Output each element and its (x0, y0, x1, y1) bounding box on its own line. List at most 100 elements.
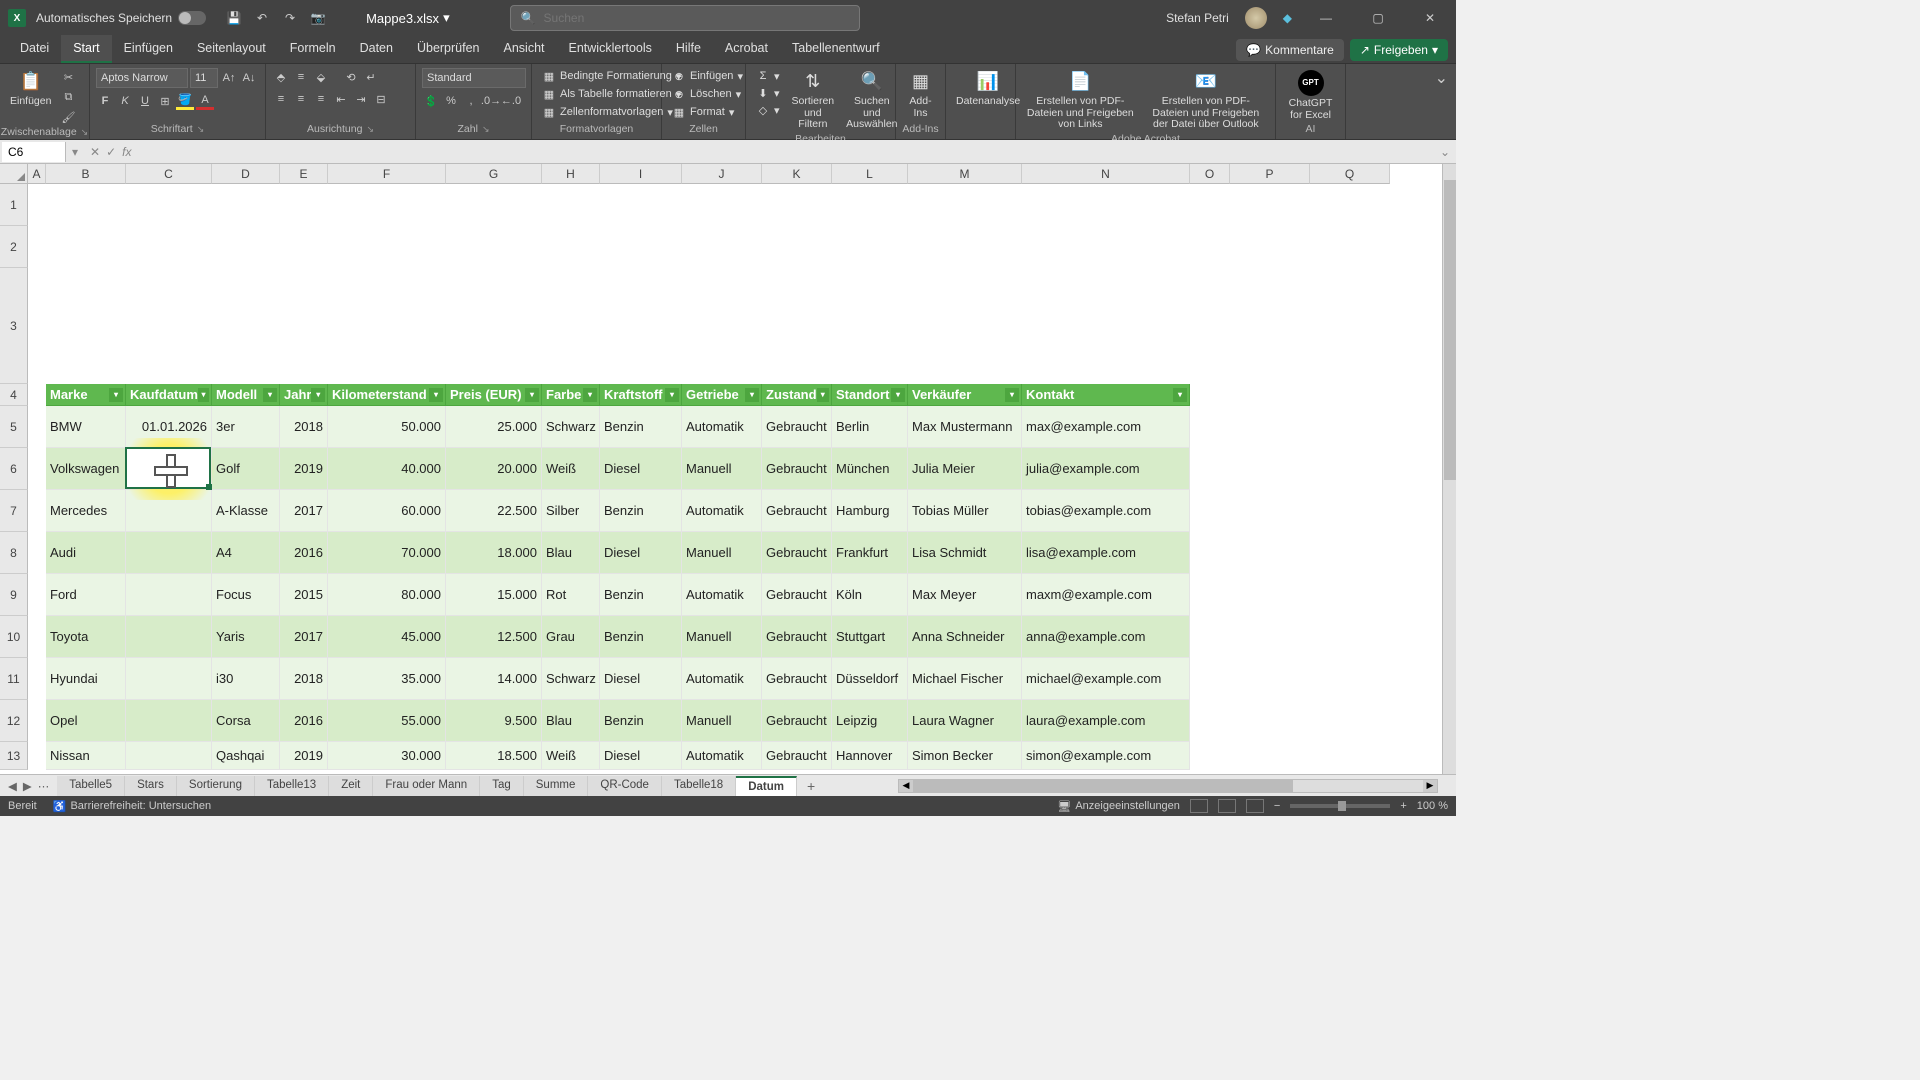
column-header[interactable]: C (126, 164, 212, 184)
save-icon[interactable]: 💾 (226, 10, 242, 26)
cell[interactable]: Automatik (682, 574, 762, 616)
cell[interactable]: München (832, 448, 908, 490)
cell-styles-button[interactable]: ▦Zellenformatvorlagen▾ (538, 104, 677, 120)
share-button[interactable]: ↗ Freigeben ▾ (1350, 39, 1448, 61)
tab-hilfe[interactable]: Hilfe (664, 35, 713, 63)
cell[interactable]: 45.000 (328, 616, 446, 658)
font-name-input[interactable] (96, 68, 188, 88)
add-sheet-button[interactable]: + (797, 778, 825, 794)
row-header[interactable]: 6 (0, 448, 28, 490)
column-header[interactable]: N (1022, 164, 1190, 184)
increase-decimal-icon[interactable]: .0→ (482, 92, 500, 110)
vertical-scrollbar[interactable] (1442, 164, 1456, 774)
row-header[interactable]: 13 (0, 742, 28, 770)
column-header[interactable]: B (46, 164, 126, 184)
cell[interactable]: A4 (212, 532, 280, 574)
paste-button[interactable]: 📋 Einfügen (6, 68, 55, 110)
row-header[interactable]: 7 (0, 490, 28, 532)
cell[interactable]: Hamburg (832, 490, 908, 532)
cell[interactable]: Kontakt▾ (1022, 384, 1190, 406)
cell[interactable]: Weiß (542, 448, 600, 490)
cell[interactable]: Nissan (46, 742, 126, 770)
cell[interactable]: Leipzig (832, 700, 908, 742)
filter-icon[interactable]: ▾ (263, 388, 277, 402)
cell[interactable]: Frankfurt (832, 532, 908, 574)
cell[interactable]: BMW (46, 406, 126, 448)
fx-icon[interactable]: fx (122, 145, 131, 159)
column-header[interactable]: G (446, 164, 542, 184)
cell[interactable]: Automatik (682, 406, 762, 448)
cell[interactable]: Gebraucht (762, 448, 832, 490)
align-bottom-icon[interactable]: ⬙ (312, 68, 330, 86)
cell[interactable]: Simon Becker (908, 742, 1022, 770)
font-size-input[interactable] (190, 68, 218, 88)
cell[interactable]: Lisa Schmidt (908, 532, 1022, 574)
filter-icon[interactable]: ▾ (198, 388, 209, 402)
cell[interactable]: tobias@example.com (1022, 490, 1190, 532)
cell[interactable]: Max Mustermann (908, 406, 1022, 448)
collapse-ribbon-icon[interactable]: ⌄ (1435, 68, 1448, 88)
row-header[interactable]: 4 (0, 384, 28, 406)
cell[interactable]: 3er (212, 406, 280, 448)
cell[interactable]: 12.500 (446, 616, 542, 658)
filter-icon[interactable]: ▾ (109, 388, 123, 402)
cell[interactable]: Benzin (600, 490, 682, 532)
cell[interactable]: Grau (542, 616, 600, 658)
cell[interactable]: laura@example.com (1022, 700, 1190, 742)
column-header[interactable]: J (682, 164, 762, 184)
row-header[interactable]: 5 (0, 406, 28, 448)
increase-font-icon[interactable]: A↑ (220, 69, 238, 87)
cell[interactable]: Düsseldorf (832, 658, 908, 700)
filter-icon[interactable]: ▾ (665, 388, 679, 402)
view-page-break-icon[interactable] (1246, 799, 1264, 813)
expand-formula-icon[interactable]: ⌄ (1434, 145, 1456, 159)
row-header[interactable]: 8 (0, 532, 28, 574)
cell[interactable]: Gebraucht (762, 616, 832, 658)
column-header[interactable]: F (328, 164, 446, 184)
autosave-toggle[interactable]: Automatisches Speichern (36, 11, 206, 25)
fill-color-icon[interactable]: 🪣 (176, 92, 194, 110)
cell[interactable]: Schwarz (542, 406, 600, 448)
cell[interactable]: max@example.com (1022, 406, 1190, 448)
align-center-icon[interactable]: ≡ (292, 90, 310, 108)
cell[interactable]: 80.000 (328, 574, 446, 616)
cell[interactable]: 18.500 (446, 742, 542, 770)
view-page-layout-icon[interactable] (1218, 799, 1236, 813)
cell[interactable]: Hyundai (46, 658, 126, 700)
cell[interactable]: Automatik (682, 658, 762, 700)
cell[interactable]: Automatik (682, 742, 762, 770)
scroll-thumb[interactable] (1444, 180, 1456, 480)
cell[interactable]: Automatik (682, 490, 762, 532)
cell[interactable]: 30.000 (328, 742, 446, 770)
dialog-launcher-icon[interactable]: ↘ (482, 124, 490, 135)
create-pdf-outlook-button[interactable]: 📧Erstellen von PDF-Dateien und Freigeben… (1143, 68, 1269, 133)
cell[interactable]: Gebraucht (762, 490, 832, 532)
cell[interactable] (126, 742, 212, 770)
format-painter-icon[interactable]: 🖌 (59, 108, 77, 126)
cell[interactable]: Diesel (600, 658, 682, 700)
cell[interactable]: 50.000 (328, 406, 446, 448)
bold-icon[interactable]: F (96, 92, 114, 110)
filter-icon[interactable]: ▾ (429, 388, 443, 402)
accessibility-status[interactable]: ♿Barrierefreiheit: Untersuchen (53, 800, 211, 813)
scroll-thumb[interactable] (913, 780, 1293, 792)
cell[interactable]: Marke▾ (46, 384, 126, 406)
cell[interactable]: Opel (46, 700, 126, 742)
sheet-tab[interactable]: Datum (736, 776, 797, 796)
name-box[interactable] (2, 142, 66, 162)
cell[interactable]: Weiß (542, 742, 600, 770)
minimize-button[interactable]: — (1308, 0, 1344, 36)
comma-icon[interactable]: , (462, 92, 480, 110)
dialog-launcher-icon[interactable]: ↘ (197, 124, 205, 135)
underline-icon[interactable]: U (136, 92, 154, 110)
cell[interactable] (126, 700, 212, 742)
avatar[interactable] (1245, 7, 1267, 29)
row-header[interactable]: 10 (0, 616, 28, 658)
sheet-tab[interactable]: Zeit (329, 776, 373, 796)
autosum-button[interactable]: Σ▾ (752, 68, 784, 84)
cell[interactable]: 2018 (280, 406, 328, 448)
cell[interactable]: Verkäufer▾ (908, 384, 1022, 406)
column-header[interactable]: O (1190, 164, 1230, 184)
tab-einfügen[interactable]: Einfügen (112, 35, 185, 63)
cell[interactable]: lisa@example.com (1022, 532, 1190, 574)
